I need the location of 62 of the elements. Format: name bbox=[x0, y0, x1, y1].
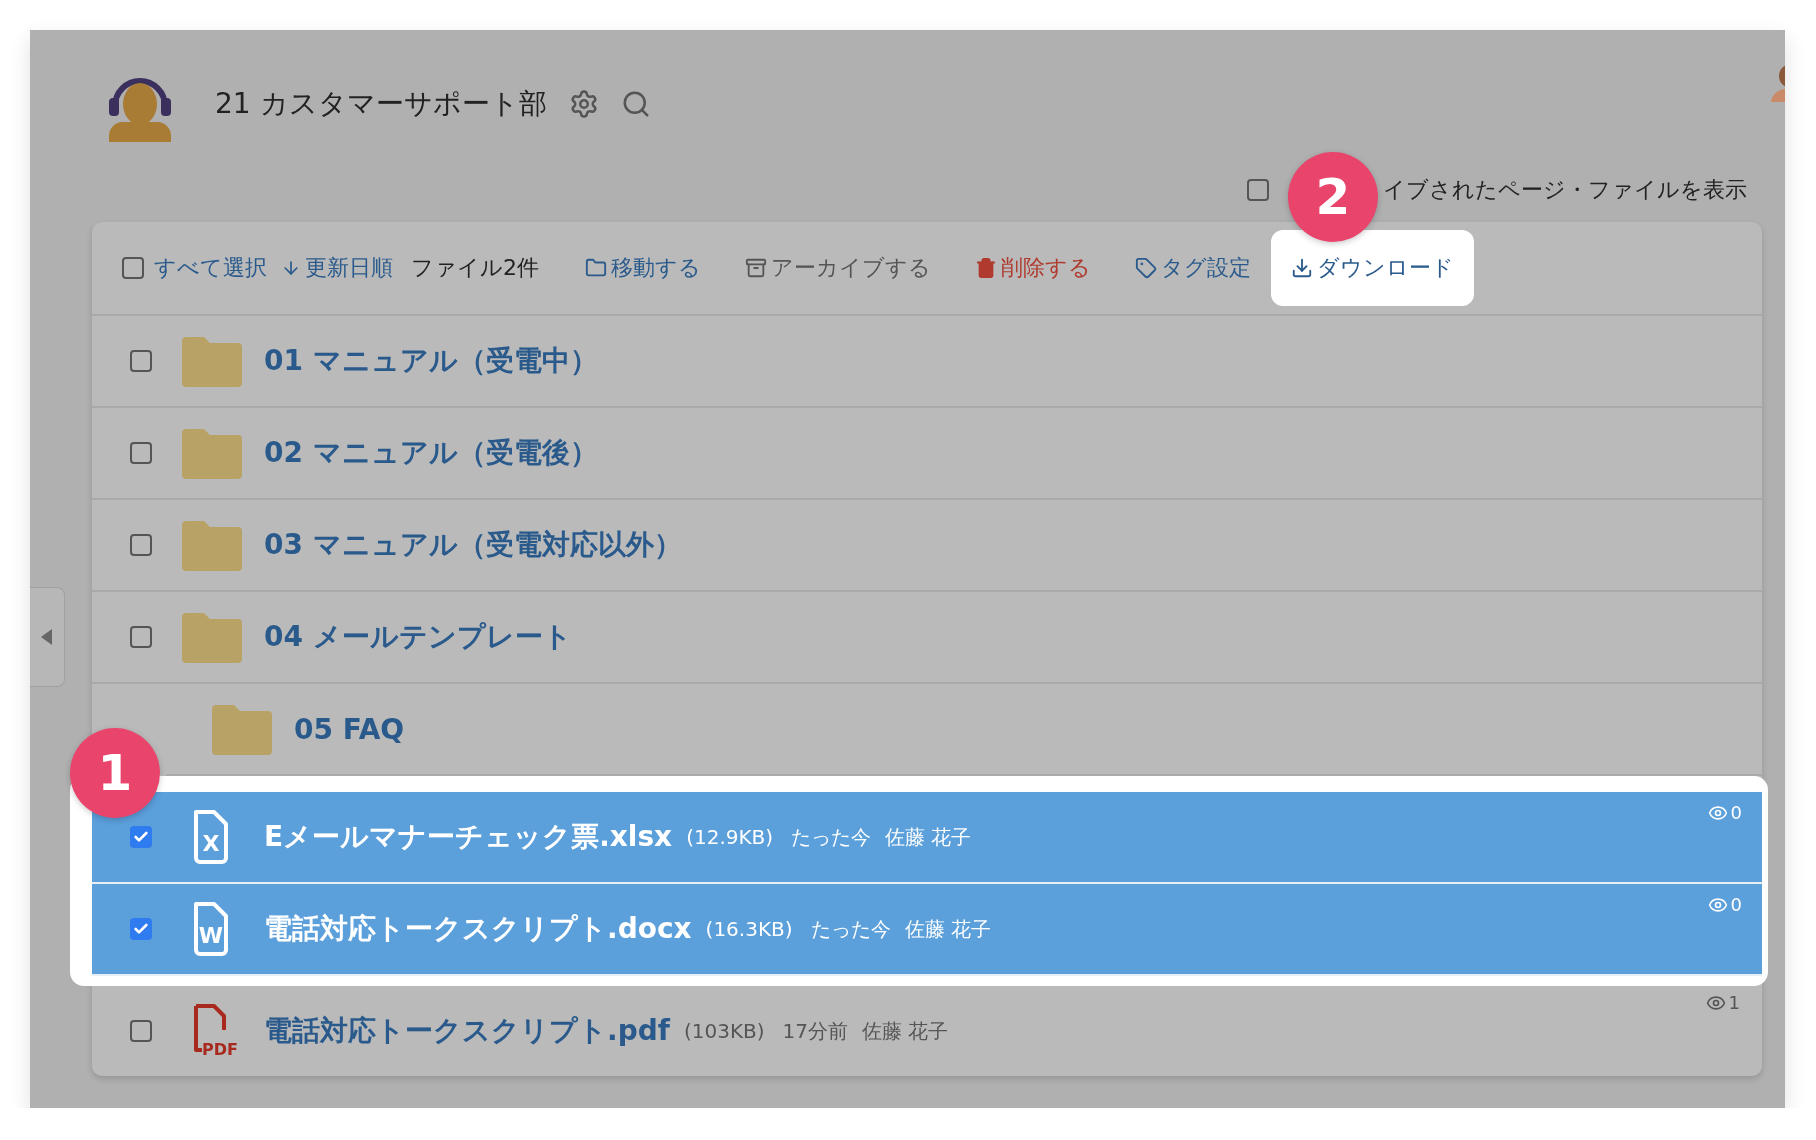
file-name[interactable]: Eメールマナーチェック票.xlsx bbox=[264, 818, 673, 856]
author-name: 佐藤 花子 bbox=[862, 1017, 949, 1045]
file-row[interactable]: X Eメールマナーチェック票.xlsx (12.9KB) たった今 佐藤 花子 0 bbox=[92, 792, 1762, 884]
folder-name[interactable]: 05 FAQ bbox=[294, 712, 405, 746]
folder-row[interactable]: 02 マニュアル（受電後） bbox=[92, 408, 1762, 500]
folder-row[interactable]: 04 メールテンプレート bbox=[92, 592, 1762, 684]
folder-icon bbox=[182, 335, 242, 387]
folder-name[interactable]: 02 マニュアル（受電後） bbox=[264, 434, 598, 472]
row-checkbox[interactable] bbox=[130, 534, 152, 556]
folder-name[interactable]: 01 マニュアル（受電中） bbox=[264, 342, 598, 380]
folder-icon bbox=[182, 519, 242, 571]
folder-name[interactable]: 04 メールテンプレート bbox=[264, 618, 572, 656]
file-name[interactable]: 電話対応トークスクリプト.docx bbox=[264, 910, 692, 948]
view-count: 1 bbox=[1705, 992, 1740, 1013]
sidebar-toggle[interactable] bbox=[30, 587, 65, 687]
row-checkbox[interactable] bbox=[130, 626, 152, 648]
trash-icon bbox=[975, 257, 997, 279]
tag-button[interactable]: タグ設定 bbox=[1129, 253, 1257, 283]
author-name: 佐藤 花子 bbox=[904, 915, 991, 943]
tag-icon bbox=[1135, 257, 1157, 279]
updated-time: 17分前 bbox=[782, 1017, 848, 1045]
show-archived-label: イブされたページ・ファイルを表示 bbox=[1383, 176, 1747, 204]
row-checkbox[interactable] bbox=[130, 1020, 152, 1042]
file-size: (103KB) bbox=[683, 1019, 765, 1043]
folder-icon bbox=[182, 611, 242, 663]
updated-time: たった今 bbox=[791, 823, 872, 851]
caret-left-icon bbox=[41, 629, 53, 645]
archive-box-icon bbox=[745, 257, 767, 279]
view-count: 0 bbox=[1707, 894, 1742, 915]
folder-name[interactable]: 03 マニュアル（受電対応以外） bbox=[264, 526, 682, 564]
select-all-link[interactable]: すべて選択 bbox=[154, 253, 267, 283]
sort-button[interactable]: 更新日順 bbox=[281, 253, 393, 283]
folder-icon bbox=[212, 703, 272, 755]
move-button[interactable]: 移動する bbox=[579, 253, 707, 283]
archive-checkbox[interactable] bbox=[1247, 179, 1269, 201]
download-button[interactable]: ダウンロード bbox=[1271, 230, 1474, 306]
author-name: 佐藤 花子 bbox=[885, 823, 972, 851]
check-icon bbox=[133, 829, 149, 845]
select-all-checkbox[interactable] bbox=[122, 257, 144, 279]
view-count: 0 bbox=[1707, 802, 1742, 823]
file-size: (16.3KB) bbox=[705, 917, 793, 941]
file-count: ファイル2件 bbox=[411, 254, 539, 282]
row-checkbox[interactable] bbox=[130, 826, 152, 848]
file-size: (12.9KB) bbox=[686, 825, 774, 849]
folder-row[interactable]: 01 マニュアル（受電中） bbox=[92, 316, 1762, 408]
folder-row[interactable]: 03 マニュアル（受電対応以外） bbox=[92, 500, 1762, 592]
step-badge: 2 bbox=[1288, 152, 1378, 242]
file-row[interactable]: PDF 電話対応トークスクリプト.pdf (103KB) 17分前 佐藤 花子 1 bbox=[92, 986, 1762, 1076]
group-title: 21 カスタマーサポート部 bbox=[215, 86, 547, 122]
folder-icon bbox=[585, 257, 607, 279]
delete-button[interactable]: 削除する bbox=[969, 253, 1097, 283]
row-checkbox[interactable] bbox=[130, 918, 152, 940]
row-checkbox[interactable] bbox=[130, 350, 152, 372]
folder-icon bbox=[182, 427, 242, 479]
updated-time: たった今 bbox=[810, 915, 891, 943]
row-checkbox[interactable] bbox=[130, 442, 152, 464]
settings-icon[interactable] bbox=[568, 89, 599, 119]
file-name[interactable]: 電話対応トークスクリプト.pdf bbox=[264, 1012, 670, 1050]
file-row[interactable]: W 電話対応トークスクリプト.docx (16.3KB) たった今 佐藤 花子 0 bbox=[92, 884, 1762, 976]
check-icon bbox=[133, 921, 149, 937]
download-icon bbox=[1291, 257, 1313, 279]
archive-button[interactable]: アーカイブする bbox=[739, 253, 937, 283]
